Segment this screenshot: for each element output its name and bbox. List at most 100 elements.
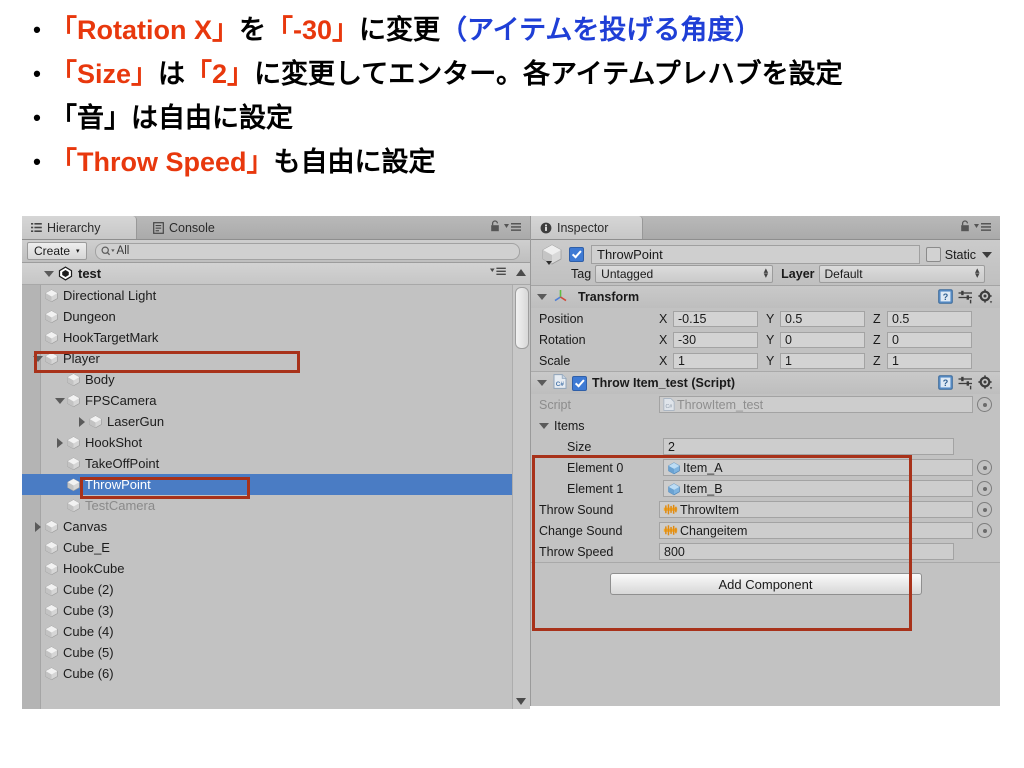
- object-picker-icon[interactable]: [977, 397, 992, 412]
- bullet-segment: も自由に設定: [273, 147, 436, 177]
- scale-z-input[interactable]: 1: [887, 352, 972, 369]
- audio-clip-icon: [663, 503, 678, 516]
- chevron-down-icon[interactable]: [537, 380, 547, 386]
- hierarchy-item-directional-light[interactable]: Directional Light: [22, 285, 512, 306]
- panel-menu-icon[interactable]: [504, 221, 521, 235]
- static-checkbox[interactable]: [925, 247, 941, 262]
- hierarchy-item-dungeon[interactable]: Dungeon: [22, 306, 512, 327]
- scene-root-row[interactable]: test: [22, 263, 530, 285]
- chevron-down-icon[interactable]: [53, 397, 66, 404]
- bullet-marker: •: [33, 61, 41, 86]
- hierarchy-item-cube-2[interactable]: Cube (2): [22, 579, 512, 600]
- hierarchy-scrollbar[interactable]: [512, 285, 530, 709]
- bullet-segment: 「Rotation X」: [50, 15, 239, 45]
- hierarchy-item-throwpoint[interactable]: ThrowPoint: [22, 474, 512, 495]
- add-component-button[interactable]: Add Component: [609, 573, 922, 595]
- hierarchy-item-fpscamera[interactable]: FPSCamera: [22, 390, 512, 411]
- gear-icon[interactable]: [978, 289, 993, 307]
- hierarchy-item-lasergun[interactable]: LaserGun: [22, 411, 512, 432]
- element-object-field-0[interactable]: Item_A: [663, 459, 973, 476]
- chevron-down-icon[interactable]: [44, 270, 54, 277]
- gameobject-enabled-checkbox[interactable]: [569, 247, 584, 262]
- help-book-icon[interactable]: ?: [938, 289, 953, 307]
- search-input[interactable]: All: [94, 242, 520, 260]
- scroll-down-arrow-icon[interactable]: [516, 698, 526, 705]
- bullet-segment: を: [239, 15, 266, 45]
- static-toggle[interactable]: Static: [925, 247, 992, 262]
- element-object-field-1[interactable]: Item_B: [663, 480, 973, 497]
- tag-dropdown[interactable]: Untagged ▴ ▾: [595, 264, 774, 283]
- chevron-right-icon[interactable]: [31, 521, 44, 532]
- rotation-y-input[interactable]: 0: [780, 331, 865, 348]
- object-picker-icon[interactable]: [977, 523, 992, 538]
- gameobject-cube-icon: [66, 498, 81, 513]
- hierarchy-item-player[interactable]: Player: [22, 348, 512, 369]
- size-input[interactable]: 2: [663, 438, 954, 455]
- scroll-up-arrow-icon[interactable]: [516, 269, 526, 276]
- scale-y-input[interactable]: 1: [780, 352, 865, 369]
- hierarchy-item-cube-e[interactable]: Cube_E: [22, 537, 512, 558]
- create-button[interactable]: Create ▾: [27, 242, 87, 260]
- rotation-x-input[interactable]: -30: [673, 331, 758, 348]
- help-book-icon[interactable]: ?: [938, 375, 953, 393]
- chevron-down-icon[interactable]: [537, 294, 547, 300]
- position-z-input[interactable]: 0.5: [887, 310, 972, 327]
- field-label: Throw Speed: [539, 544, 614, 559]
- hierarchy-item-cube-4[interactable]: Cube (4): [22, 621, 512, 642]
- scale-x-input[interactable]: 1: [673, 352, 758, 369]
- hierarchy-item-cube-5[interactable]: Cube (5): [22, 642, 512, 663]
- hierarchy-item-testcamera[interactable]: TestCamera: [22, 495, 512, 516]
- hierarchy-item-body[interactable]: Body: [22, 369, 512, 390]
- position-y-input[interactable]: 0.5: [780, 310, 865, 327]
- chevron-down-icon[interactable]: [982, 251, 992, 258]
- rotation-z-input[interactable]: 0: [887, 331, 972, 348]
- script-object-field[interactable]: C# ThrowItem_test: [659, 396, 973, 413]
- chevron-right-icon[interactable]: [75, 416, 88, 427]
- items-array-header[interactable]: Items: [531, 415, 1000, 436]
- bullet-segment: は: [158, 59, 186, 89]
- hierarchy-item-hookshot[interactable]: HookShot: [22, 432, 512, 453]
- throw-speed-input[interactable]: 800: [659, 543, 954, 560]
- tab-inspector[interactable]: Inspector: [531, 216, 643, 239]
- chevron-right-icon[interactable]: [53, 437, 66, 448]
- preset-icon[interactable]: [958, 290, 973, 307]
- hierarchy-item-hooktargetmark[interactable]: HookTargetMark: [22, 327, 512, 348]
- gear-icon[interactable]: [978, 375, 993, 393]
- chevron-down-icon[interactable]: [31, 355, 44, 362]
- hierarchy-item-hookcube[interactable]: HookCube: [22, 558, 512, 579]
- change-sound-object-field[interactable]: Changeitem: [659, 522, 973, 539]
- hierarchy-item-takeoffpoint[interactable]: TakeOffPoint: [22, 453, 512, 474]
- script-field-rows: Throw Sound ThrowItem Change Sound Changeit…: [531, 499, 1000, 562]
- hierarchy-item-cube-6[interactable]: Cube (6): [22, 663, 512, 684]
- hierarchy-item-cube-3[interactable]: Cube (3): [22, 600, 512, 621]
- scrollbar-thumb[interactable]: [515, 287, 529, 349]
- throw-sound-object-field[interactable]: ThrowItem: [659, 501, 973, 518]
- object-picker-icon[interactable]: [977, 502, 992, 517]
- size-value: 2: [668, 439, 675, 454]
- add-component-label: Add Component: [718, 576, 813, 592]
- prefab-cube-icon: [667, 482, 681, 496]
- tab-hierarchy[interactable]: Hierarchy: [22, 216, 137, 239]
- layer-dropdown[interactable]: Default ▴ ▾: [818, 264, 985, 283]
- panel-menu-icon[interactable]: [974, 221, 991, 235]
- lock-icon[interactable]: [490, 220, 500, 235]
- script-enabled-checkbox[interactable]: [572, 375, 587, 391]
- items-element-rows: Element 0 Item_A Element 1 Item_B: [531, 457, 1000, 499]
- object-picker-icon[interactable]: [977, 481, 992, 496]
- scene-menu-icon[interactable]: [490, 267, 506, 276]
- gameobject-name-field[interactable]: ThrowPoint: [591, 245, 920, 264]
- axis-label-y: Y: [766, 332, 775, 347]
- field-label: Change Sound: [539, 523, 623, 538]
- position-x-input[interactable]: -0.15: [673, 310, 758, 327]
- tab-console[interactable]: Console: [144, 216, 249, 239]
- chevron-down-icon[interactable]: [539, 422, 549, 429]
- transform-header[interactable]: Transform ?: [531, 286, 1000, 308]
- transform-row-position: Position X -0.15 Y 0.5 Z 0.5: [531, 308, 1000, 329]
- hierarchy-item-canvas[interactable]: Canvas: [22, 516, 512, 537]
- axis-label-x: X: [659, 332, 668, 347]
- lock-icon[interactable]: [960, 220, 970, 235]
- object-picker-icon[interactable]: [977, 460, 992, 475]
- transform-row-scale: Scale X 1 Y 1 Z 1: [531, 350, 1000, 371]
- script-component-header[interactable]: C# Throw Item_test (Script) ?: [531, 372, 1000, 394]
- preset-icon[interactable]: [958, 376, 973, 393]
